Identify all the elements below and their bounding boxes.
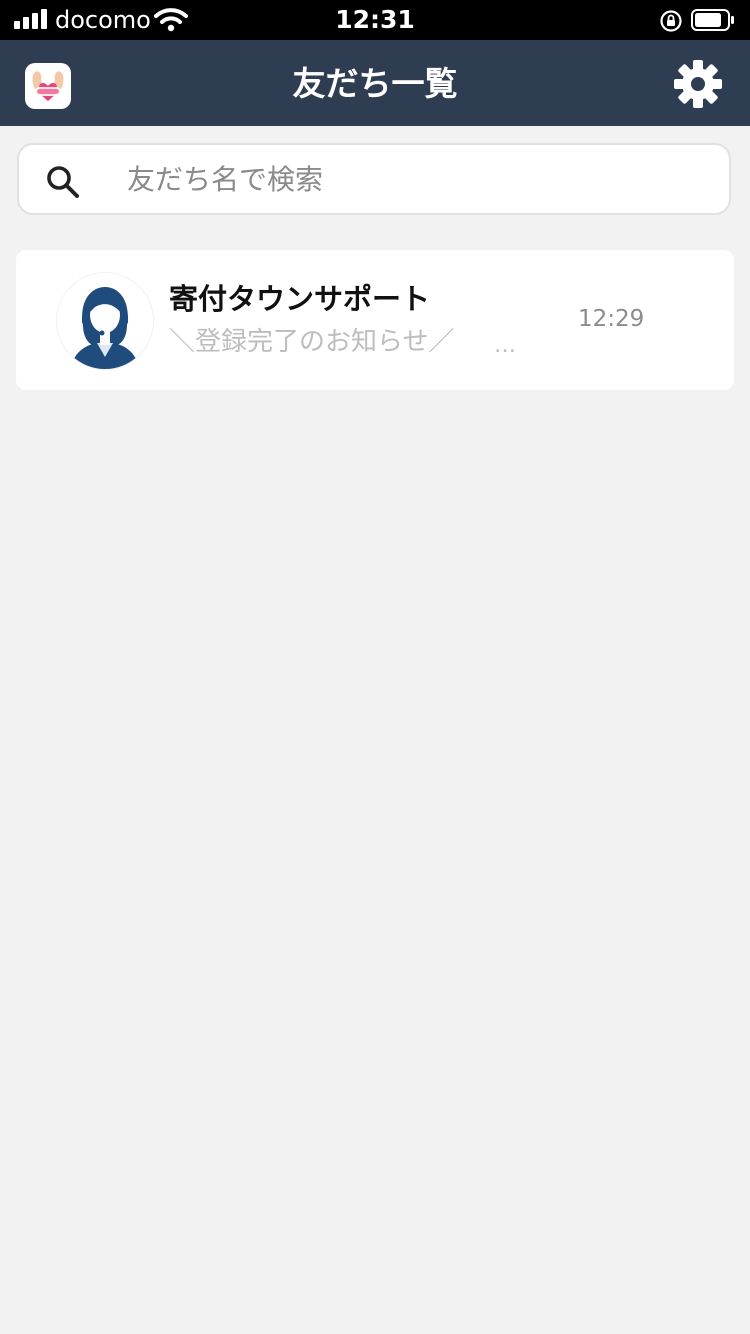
support-operator-avatar bbox=[56, 272, 154, 370]
nav-bar: 友だち一覧 bbox=[0, 40, 750, 126]
friend-name: 寄付タウンサポート bbox=[169, 282, 431, 316]
friend-list-item[interactable]: 寄付タウンサポート ＼登録完了のお知らせ／ … 12:29 bbox=[16, 250, 734, 390]
orientation-lock-icon bbox=[660, 10, 682, 32]
preview-ellipsis: … bbox=[494, 333, 516, 358]
battery-icon bbox=[691, 9, 734, 31]
search-box[interactable] bbox=[17, 143, 731, 215]
last-message-preview: ＼登録完了のお知らせ／ bbox=[169, 327, 455, 357]
gear-icon[interactable] bbox=[673, 59, 723, 109]
search-input[interactable] bbox=[127, 153, 687, 205]
status-time: 12:31 bbox=[335, 5, 415, 34]
search-icon bbox=[47, 166, 79, 198]
status-bar: docomo 12:31 bbox=[0, 0, 750, 40]
page-title: 友だち一覧 bbox=[292, 64, 458, 103]
last-message-time: 12:29 bbox=[578, 306, 645, 332]
